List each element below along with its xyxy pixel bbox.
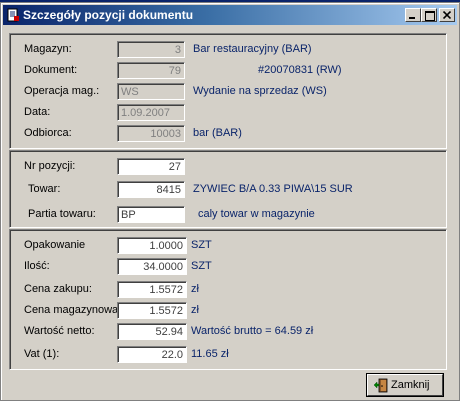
data-field: 1.09.2007 xyxy=(117,104,185,121)
item-info-panel: Nr pozycji: 27 Towar: 8415 ZYWIEC B/A 0.… xyxy=(9,150,447,228)
vat-field[interactable]: 22.0 xyxy=(117,346,187,363)
vat-label: Vat (1): xyxy=(24,348,60,360)
magazyn-field: 3 xyxy=(117,41,185,58)
operacja-label: Operacja mag.: xyxy=(24,85,100,97)
document-info-panel: Magazyn: 3 Bar restauracyjny (BAR) Dokum… xyxy=(9,33,447,149)
exit-door-icon xyxy=(374,378,388,393)
opakowanie-label: Opakowanie xyxy=(24,239,86,251)
partia-label: Partia towaru: xyxy=(28,208,96,220)
partia-desc: caly towar w magazynie xyxy=(198,208,315,220)
maximize-button[interactable] xyxy=(421,8,437,22)
cena-zakupu-unit: zł xyxy=(191,283,199,295)
close-window-button[interactable] xyxy=(439,8,455,22)
vat-amount: 11.65 zł xyxy=(191,348,229,360)
ilosc-field[interactable]: 34.0000 xyxy=(117,258,187,275)
dialog-window: Szczegóły pozycji dokumentu Magazyn: 3 B… xyxy=(0,2,460,401)
title-bar[interactable]: Szczegóły pozycji dokumentu xyxy=(3,5,457,25)
document-icon xyxy=(7,8,19,22)
cena-zakupu-field[interactable]: 1.5572 xyxy=(117,281,187,298)
quantity-panel: Opakowanie 1.0000 SZT Ilość: 34.0000 SZT… xyxy=(9,229,447,370)
opakowanie-field[interactable]: 1.0000 xyxy=(117,237,187,254)
magazyn-name: Bar restauracyjny (BAR) xyxy=(193,43,312,55)
minimize-icon xyxy=(409,17,415,19)
close-button-label: Zamknij xyxy=(391,379,430,391)
maximize-icon xyxy=(425,11,435,21)
minimize-button[interactable] xyxy=(405,8,421,22)
cena-magazynowa-label: Cena magazynowa: xyxy=(24,304,122,316)
towar-field[interactable]: 8415 xyxy=(117,181,185,198)
wartosc-netto-label: Wartość netto: xyxy=(24,325,95,337)
nr-pozycji-field[interactable]: 27 xyxy=(117,158,185,175)
ilosc-label: Ilość: xyxy=(24,260,50,272)
towar-name: ZYWIEC B/A 0.33 PIWA\15 SUR xyxy=(193,183,353,195)
partia-field[interactable]: BP xyxy=(117,206,185,223)
close-button[interactable]: Zamknij xyxy=(366,373,444,397)
nr-pozycji-label: Nr pozycji: xyxy=(24,160,76,172)
wartosc-brutto-text: Wartość brutto = 64.59 zł xyxy=(191,325,314,337)
odbiorca-label: Odbiorca: xyxy=(24,127,72,139)
dokument-label: Dokument: xyxy=(24,64,78,76)
wartosc-netto-field[interactable]: 52.94 xyxy=(117,323,187,340)
cena-magazynowa-field[interactable]: 1.5572 xyxy=(117,302,187,319)
dokument-name: #20070831 (RW) xyxy=(258,64,342,76)
opakowanie-unit: SZT xyxy=(191,239,212,251)
window-title: Szczegóły pozycji dokumentu xyxy=(23,8,194,22)
odbiorca-field: 10003 xyxy=(117,125,185,142)
cena-magazynowa-unit: zł xyxy=(191,304,199,316)
close-icon xyxy=(443,11,451,19)
odbiorca-name: bar (BAR) xyxy=(193,127,242,139)
ilosc-unit: SZT xyxy=(191,260,212,272)
operacja-name: Wydanie na sprzedaz (WS) xyxy=(193,85,327,97)
towar-label: Towar: xyxy=(28,183,61,195)
data-label: Data: xyxy=(24,106,51,118)
operacja-field: WS xyxy=(117,83,185,100)
magazyn-label: Magazyn: xyxy=(24,43,72,55)
dokument-field: 79 xyxy=(117,62,185,79)
cena-zakupu-label: Cena zakupu: xyxy=(24,283,92,295)
